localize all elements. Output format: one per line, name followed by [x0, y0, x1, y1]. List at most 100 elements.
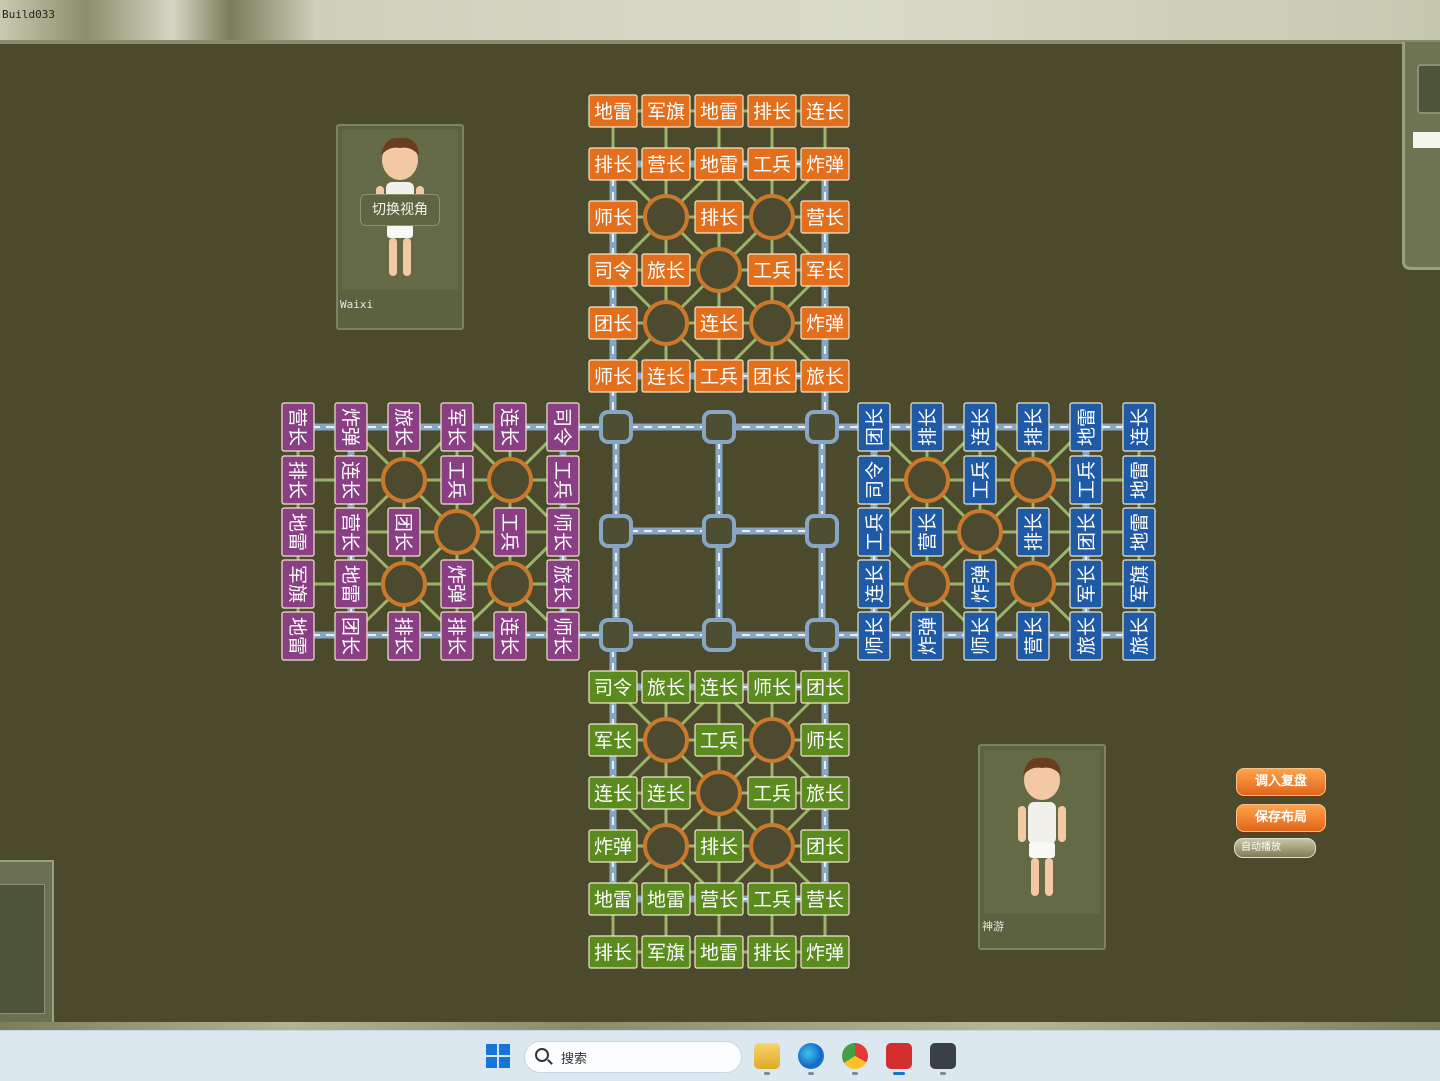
piece[interactable]: 旅长: [641, 670, 691, 704]
load-replay-button[interactable]: 调入复盘: [1236, 768, 1326, 796]
piece[interactable]: 旅长: [1069, 611, 1103, 661]
edge-browser-icon[interactable]: [798, 1043, 824, 1069]
piece[interactable]: 工兵: [1069, 455, 1103, 505]
piece[interactable]: 师长: [546, 611, 580, 661]
piece[interactable]: 司令: [546, 402, 580, 452]
piece[interactable]: 排长: [694, 200, 744, 234]
piece[interactable]: 师长: [857, 611, 891, 661]
piece[interactable]: 地雷: [588, 94, 638, 128]
piece[interactable]: 司令: [588, 253, 638, 287]
piece[interactable]: 工兵: [747, 253, 797, 287]
piece[interactable]: 军旗: [641, 94, 691, 128]
station[interactable]: [805, 618, 839, 652]
windows-start-icon[interactable]: [486, 1044, 510, 1068]
camp-circle[interactable]: [904, 561, 950, 607]
piece[interactable]: 地雷: [334, 559, 368, 609]
camp-circle[interactable]: [749, 300, 795, 346]
camp-circle[interactable]: [696, 770, 742, 816]
piece[interactable]: 炸弹: [440, 559, 474, 609]
camp-circle[interactable]: [749, 717, 795, 763]
piece[interactable]: 排长: [747, 935, 797, 969]
piece[interactable]: 排长: [1016, 507, 1050, 557]
piece[interactable]: 营长: [281, 402, 315, 452]
camp-circle[interactable]: [643, 717, 689, 763]
piece[interactable]: 旅长: [800, 776, 850, 810]
piece[interactable]: 排长: [910, 402, 944, 452]
piece[interactable]: 地雷: [641, 882, 691, 916]
chrome-browser-icon[interactable]: [842, 1043, 868, 1069]
piece[interactable]: 营长: [910, 507, 944, 557]
piece[interactable]: 炸弹: [800, 147, 850, 181]
piece[interactable]: 团长: [800, 670, 850, 704]
game-board[interactable]: 地雷 军旗 地雷 排长 连长排长 营长 地雷 工兵 炸弹师长 排长 营长司令 旅长 工兵 军长团长 连长 炸弹…: [0, 0, 1440, 1030]
camp-circle[interactable]: [643, 194, 689, 240]
camp-circle[interactable]: [643, 300, 689, 346]
piece[interactable]: 炸弹: [963, 559, 997, 609]
piece[interactable]: 军旗: [641, 935, 691, 969]
piece[interactable]: 地雷: [694, 94, 744, 128]
piece[interactable]: 团长: [334, 611, 368, 661]
piece[interactable]: 营长: [800, 882, 850, 916]
junqi-game-icon[interactable]: [886, 1043, 912, 1069]
piece[interactable]: 师长: [546, 507, 580, 557]
piece[interactable]: 连长: [588, 776, 638, 810]
camp-circle[interactable]: [434, 509, 480, 555]
camp-circle[interactable]: [749, 194, 795, 240]
piece[interactable]: 地雷: [1122, 507, 1156, 557]
piece[interactable]: 地雷: [694, 147, 744, 181]
piece[interactable]: 排长: [281, 455, 315, 505]
piece[interactable]: 工兵: [747, 882, 797, 916]
piece[interactable]: 司令: [857, 455, 891, 505]
piece[interactable]: 炸弹: [800, 935, 850, 969]
piece[interactable]: 师长: [963, 611, 997, 661]
station[interactable]: [702, 514, 736, 548]
piece[interactable]: 军长: [440, 402, 474, 452]
piece[interactable]: 旅长: [641, 253, 691, 287]
piece[interactable]: 团长: [800, 829, 850, 863]
camp-circle[interactable]: [487, 457, 533, 503]
piece[interactable]: 连长: [493, 402, 527, 452]
piece[interactable]: 连长: [334, 455, 368, 505]
piece[interactable]: 工兵: [694, 723, 744, 757]
piece[interactable]: 连长: [857, 559, 891, 609]
app-icon[interactable]: [930, 1043, 956, 1069]
piece[interactable]: 营长: [1016, 611, 1050, 661]
piece[interactable]: 地雷: [1122, 455, 1156, 505]
piece[interactable]: 排长: [387, 611, 421, 661]
piece[interactable]: 旅长: [800, 359, 850, 393]
piece[interactable]: 营长: [334, 507, 368, 557]
piece[interactable]: 排长: [1016, 402, 1050, 452]
switch-view-button[interactable]: 切换视角: [360, 194, 440, 226]
piece[interactable]: 旅长: [1122, 611, 1156, 661]
piece[interactable]: 师长: [747, 670, 797, 704]
piece[interactable]: 团长: [857, 402, 891, 452]
piece[interactable]: 排长: [694, 829, 744, 863]
piece[interactable]: 师长: [800, 723, 850, 757]
piece[interactable]: 连长: [800, 94, 850, 128]
piece[interactable]: 排长: [588, 935, 638, 969]
piece[interactable]: 工兵: [857, 507, 891, 557]
piece[interactable]: 连长: [963, 402, 997, 452]
piece[interactable]: 炸弹: [334, 402, 368, 452]
piece[interactable]: 军长: [800, 253, 850, 287]
station[interactable]: [599, 410, 633, 444]
piece[interactable]: 师长: [588, 200, 638, 234]
piece[interactable]: 营长: [641, 147, 691, 181]
piece[interactable]: 炸弹: [910, 611, 944, 661]
camp-circle[interactable]: [643, 823, 689, 869]
piece[interactable]: 司令: [588, 670, 638, 704]
piece[interactable]: 地雷: [1069, 402, 1103, 452]
camp-circle[interactable]: [1010, 561, 1056, 607]
piece[interactable]: 军长: [1069, 559, 1103, 609]
station[interactable]: [599, 514, 633, 548]
piece[interactable]: 军旗: [281, 559, 315, 609]
piece[interactable]: 团长: [1069, 507, 1103, 557]
station[interactable]: [805, 514, 839, 548]
piece[interactable]: 工兵: [963, 455, 997, 505]
camp-circle[interactable]: [381, 457, 427, 503]
piece[interactable]: 旅长: [546, 559, 580, 609]
camp-circle[interactable]: [487, 561, 533, 607]
piece[interactable]: 连长: [694, 306, 744, 340]
piece[interactable]: 连长: [641, 776, 691, 810]
piece[interactable]: 工兵: [694, 359, 744, 393]
